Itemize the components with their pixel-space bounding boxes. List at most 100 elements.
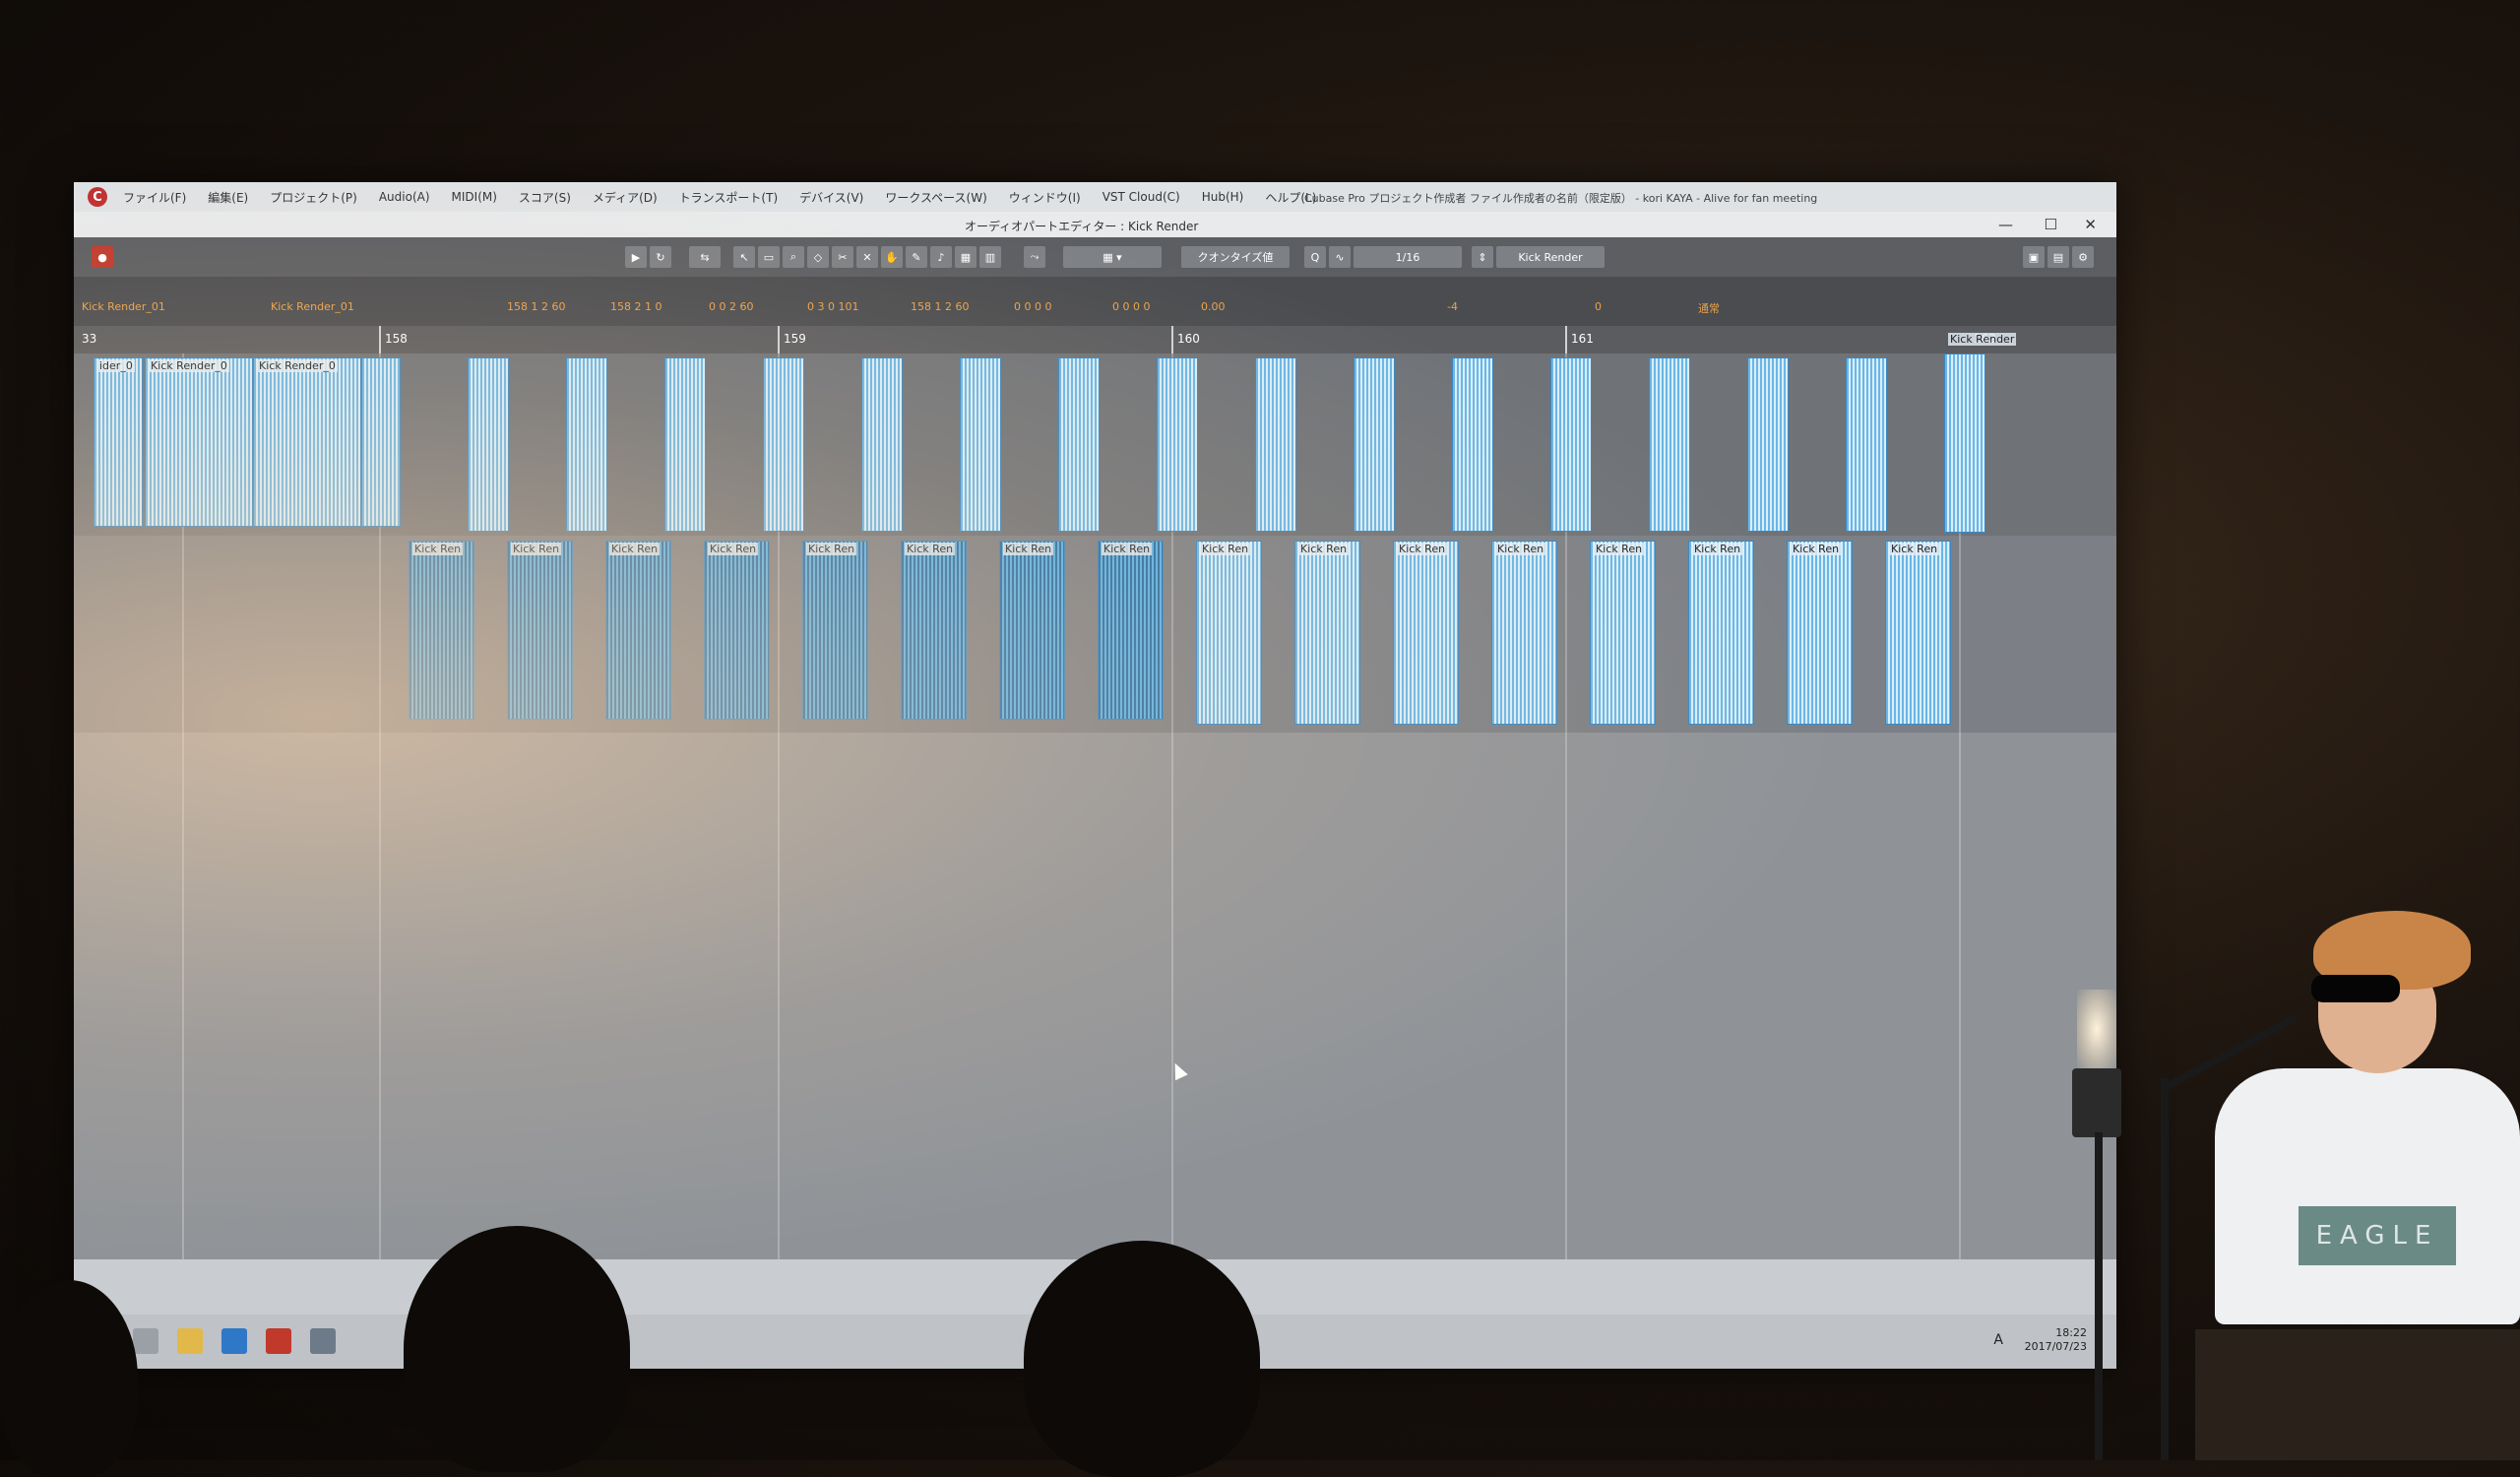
loop-icon[interactable]: ↻ [650,246,671,268]
audio-event[interactable] [1649,357,1690,532]
erase-tool-icon[interactable]: ◇ [807,246,829,268]
zoom-tool-icon[interactable]: ⌕ [783,246,804,268]
audio-event[interactable]: ider_0 [94,357,143,527]
quantize-value-select[interactable]: 1/16 [1354,246,1462,268]
audio-event[interactable]: Kick Ren [1393,541,1459,725]
menu-vst-cloud[interactable]: VST Cloud(C) [1102,190,1180,204]
info-start[interactable]: 158 1 2 60 [507,300,565,313]
grid-icon[interactable]: ▦ [955,246,976,268]
cubase-taskbar-icon[interactable] [266,1328,291,1354]
audio-event[interactable]: Kick Ren [409,541,474,720]
menu-hub[interactable]: Hub(H) [1202,190,1244,204]
snap-icon[interactable]: ⇆ [689,246,721,268]
menu-midi[interactable]: MIDI(M) [452,190,497,204]
audio-event[interactable]: Kick Ren [1688,541,1754,725]
info-fade-out[interactable]: 0 0 0 0 [1112,300,1150,313]
taskbar-clock[interactable]: 18:22 2017/07/23 [2025,1326,2087,1354]
audio-event[interactable] [1354,357,1395,532]
audio-event[interactable]: Kick Ren [1196,541,1262,725]
quantize-icon[interactable]: Q [1304,246,1326,268]
menu-window[interactable]: ウィンドウ(I) [1009,189,1081,206]
close-button[interactable]: ✕ [2084,216,2097,233]
info-offset[interactable]: 0 3 0 101 [807,300,858,313]
file-explorer-icon[interactable] [177,1328,203,1354]
info-mode[interactable]: 通常 [1698,300,1720,316]
hand-tool-icon[interactable]: ✋ [881,246,903,268]
menu-score[interactable]: スコア(S) [519,189,571,206]
audio-event[interactable] [361,357,401,527]
menu-project[interactable]: プロジェクト(P) [270,189,357,206]
audio-event[interactable]: Kick Ren [1787,541,1853,725]
play-icon[interactable]: ▶ [625,246,647,268]
menu-workspaces[interactable]: ワークスペース(W) [885,189,986,206]
audio-event[interactable] [1255,357,1296,532]
track-select[interactable]: Kick Render [1496,246,1605,268]
audio-event[interactable]: Kick Ren [704,541,770,720]
audio-event[interactable]: Kick Ren [901,541,967,720]
menu-file[interactable]: ファイル(F) [123,189,186,206]
range-tool-icon[interactable]: ▭ [758,246,780,268]
menu-media[interactable]: メディア(D) [593,189,658,206]
audio-event[interactable]: Kick Ren [1098,541,1164,720]
cut-tool-icon[interactable]: ✂ [832,246,853,268]
audio-event[interactable]: Kick Ren [999,541,1065,720]
audio-event[interactable] [1846,357,1887,532]
info-description[interactable]: Kick Render_01 [271,300,354,313]
task-view-icon[interactable] [133,1328,158,1354]
maximize-button[interactable]: ☐ [2045,216,2057,233]
audio-event[interactable] [1157,357,1198,532]
swing-icon[interactable]: ∿ [1329,246,1351,268]
audio-event[interactable]: Kick Ren [1294,541,1360,725]
audio-event[interactable] [1058,357,1100,532]
audio-event[interactable] [664,357,706,532]
audio-event[interactable] [566,357,607,532]
pointer-tool-icon[interactable]: ↖ [733,246,755,268]
bars-icon[interactable]: ▥ [979,246,1001,268]
info-file-name[interactable]: Kick Render_01 [82,300,165,313]
info-length[interactable]: 0 0 2 60 [709,300,753,313]
audio-event[interactable]: Kick Ren [1590,541,1656,725]
audio-event[interactable] [763,357,804,532]
audio-event[interactable] [468,357,509,532]
audio-event[interactable]: Kick Ren [605,541,671,720]
snap-type-select[interactable]: ▦ ▾ [1063,246,1162,268]
info-end[interactable]: 158 2 1 0 [610,300,662,313]
mute-tool-icon[interactable]: ✕ [856,246,878,268]
cubase-logo-icon[interactable]: C [88,187,107,207]
menu-devices[interactable]: デバイス(V) [799,189,863,206]
window-layout-icon[interactable]: ▣ [2023,246,2045,268]
audio-event[interactable] [960,357,1001,532]
audio-event[interactable]: Kick Ren [802,541,868,720]
audio-event[interactable] [1550,357,1592,532]
menu-audio[interactable]: Audio(A) [379,190,430,204]
audio-event[interactable]: Kick Render_0 [253,357,361,527]
audio-event[interactable]: Kick Ren [1885,541,1951,725]
info-finetune[interactable]: 0 [1595,300,1602,313]
menu-edit[interactable]: 編集(E) [208,189,248,206]
audio-event[interactable]: Kick Ren [1491,541,1557,725]
audio-event[interactable]: Kick Render [1944,333,2017,533]
track-link-icon[interactable]: ⇕ [1472,246,1493,268]
app-icon[interactable] [221,1328,247,1354]
settings-icon[interactable]: ⚙ [2072,246,2094,268]
speaker-tool-icon[interactable]: ♪ [930,246,952,268]
audio-event[interactable] [1747,357,1789,532]
autoscroll-icon[interactable]: ⤳ [1024,246,1045,268]
photos-icon[interactable] [310,1328,336,1354]
audio-event[interactable]: Kick Render_0 [145,357,253,527]
info-transpose[interactable]: -4 [1447,300,1458,313]
audio-event[interactable] [861,357,903,532]
info-fade-in[interactable]: 0 0 0 0 [1014,300,1051,313]
bar-ruler[interactable]: 33 158 159 160 161 162 [74,326,2116,353]
event-display[interactable]: ider_0 Kick Render_0 Kick Render_0 Kick … [74,333,2116,1259]
menu-transport[interactable]: トランスポート(T) [679,189,778,206]
ime-indicator[interactable]: A [1993,1332,2003,1348]
record-icon[interactable]: ● [92,246,113,268]
quantize-mode-select[interactable]: クオンタイズ値 [1181,246,1290,268]
audio-event[interactable] [1452,357,1493,532]
info-snap[interactable]: 158 1 2 60 [911,300,969,313]
info-volume[interactable]: 0.00 [1201,300,1226,313]
pencil-tool-icon[interactable]: ✎ [906,246,927,268]
minimize-button[interactable]: — [1998,216,2013,233]
audio-event[interactable]: Kick Ren [507,541,573,720]
